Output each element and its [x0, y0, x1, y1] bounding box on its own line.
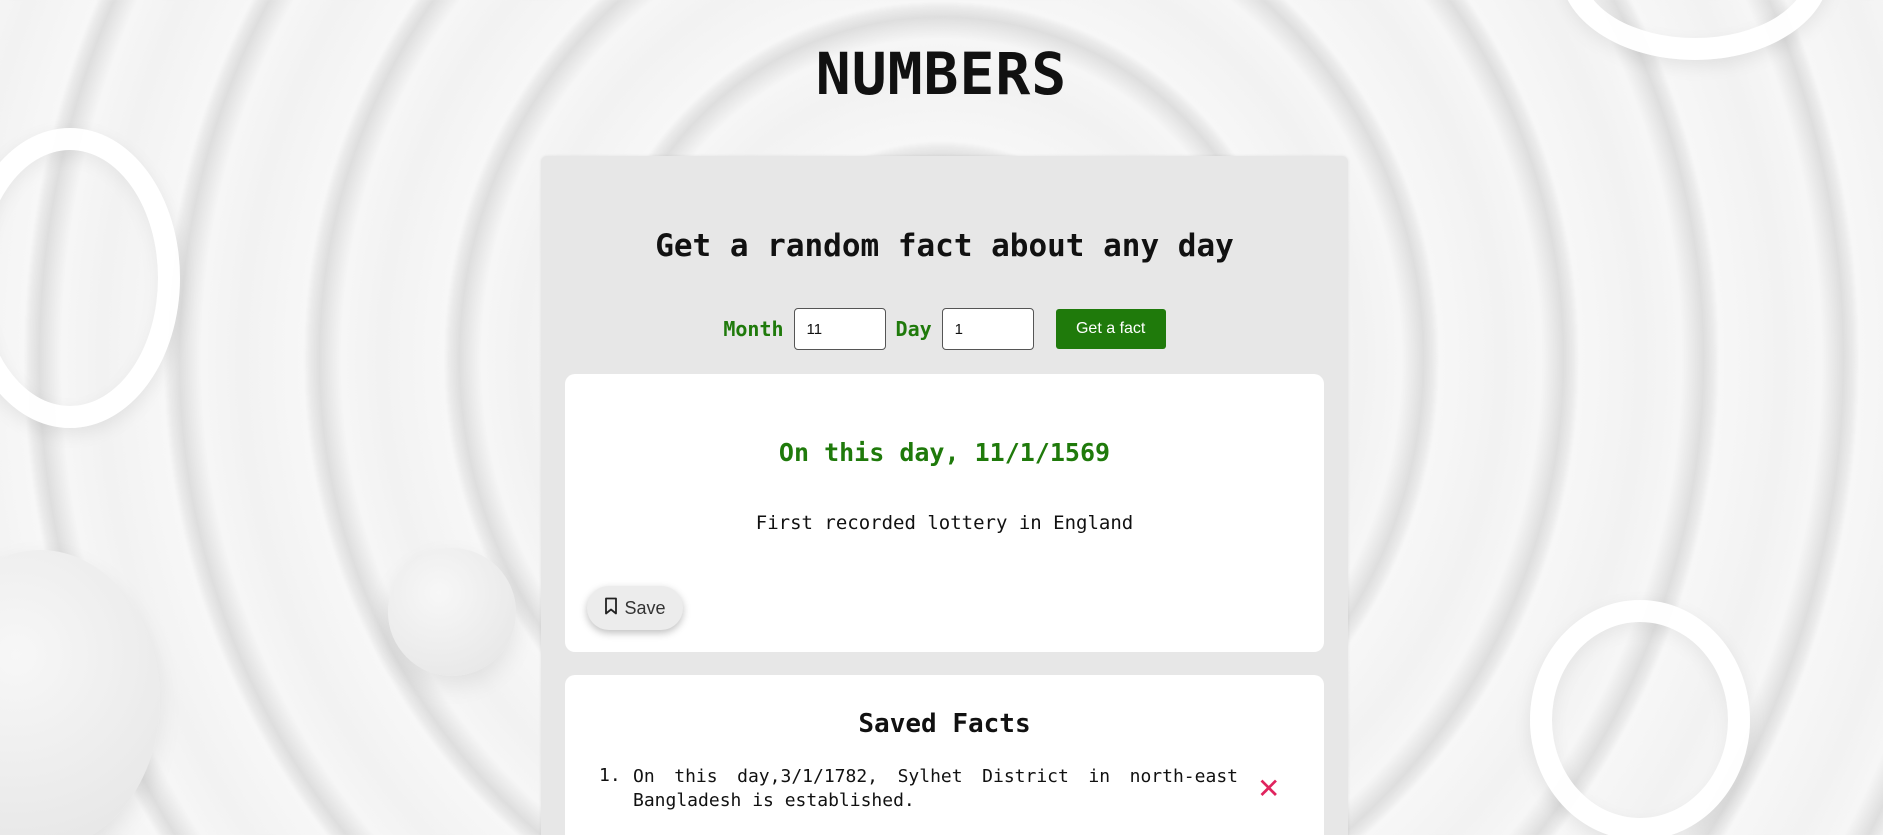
month-label: Month	[723, 317, 784, 341]
list-item: 1. On this day,3/1/1782, Sylhet District…	[599, 765, 1280, 813]
list-item-text: On this day,3/1/1782, Sylhet District in…	[633, 766, 1238, 811]
day-label: Day	[895, 317, 932, 341]
bookmark-icon	[604, 597, 618, 620]
decor-ball-left	[388, 548, 516, 676]
save-label: Save	[624, 597, 666, 618]
fact-panel: Get a random fact about any day Month Da…	[541, 156, 1348, 835]
page-title: NUMBERS	[815, 40, 1068, 108]
saved-facts-title: Saved Facts	[858, 709, 1031, 739]
month-input[interactable]	[793, 308, 886, 350]
save-button[interactable]: Save	[587, 586, 683, 630]
decor-ring-bottom-right	[1530, 600, 1750, 835]
fact-text: First recorded lottery in England	[755, 512, 1134, 534]
get-fact-button[interactable]: Get a fact	[1055, 309, 1166, 349]
day-input[interactable]	[941, 308, 1034, 350]
fact-date-heading: On this day, 11/1/1569	[778, 438, 1111, 467]
fact-card: On this day, 11/1/1569 First recorded lo…	[565, 374, 1324, 652]
panel-subtitle: Get a random fact about any day	[655, 228, 1234, 264]
saved-facts-list: 1. On this day,3/1/1782, Sylhet District…	[599, 765, 1280, 813]
close-icon[interactable]: ✕	[1257, 775, 1280, 803]
decor-ball-bottom-left	[0, 550, 160, 835]
date-form: Month Day Get a fact	[541, 308, 1348, 350]
saved-facts-card: Saved Facts 1. On this day,3/1/1782, Syl…	[565, 675, 1324, 835]
decor-ring-left	[0, 128, 180, 428]
list-item-number: 1.	[599, 765, 621, 786]
